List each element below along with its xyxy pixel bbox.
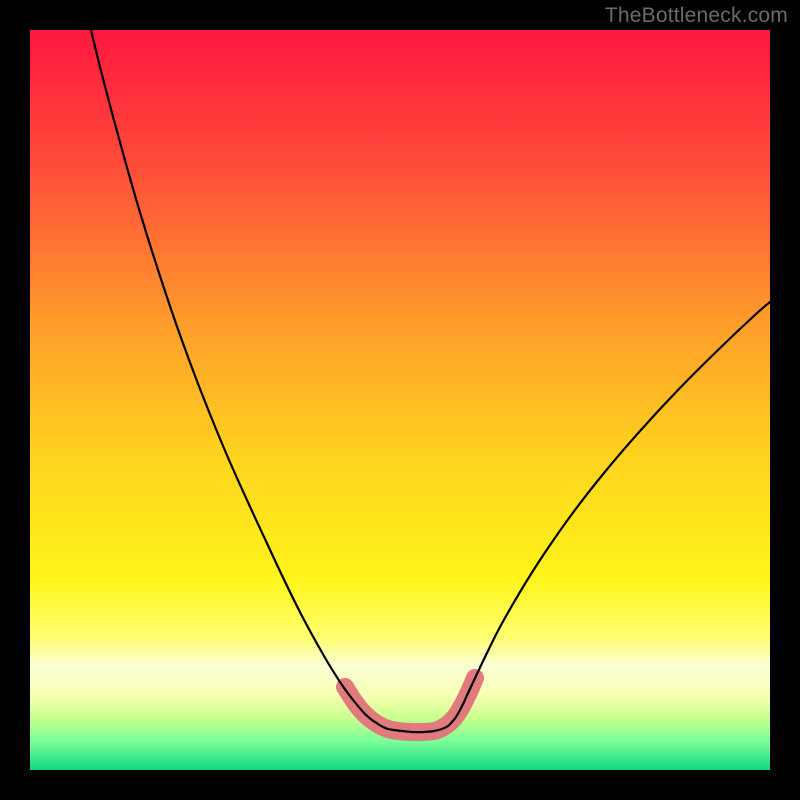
- chart-frame: TheBottleneck.com: [0, 0, 800, 800]
- gradient-background: [30, 30, 770, 770]
- plot-area: [30, 30, 770, 770]
- chart-canvas: [30, 30, 770, 770]
- watermark-text: TheBottleneck.com: [605, 4, 788, 28]
